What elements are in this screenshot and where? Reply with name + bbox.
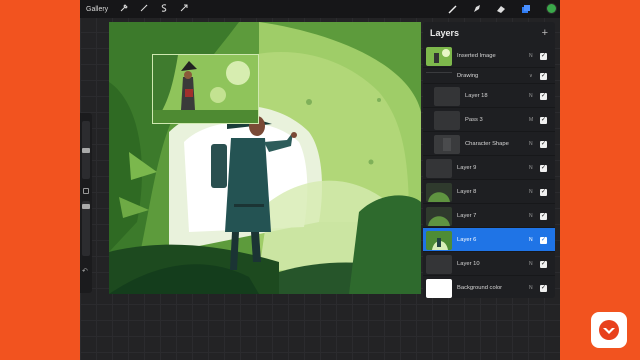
layer-thumbnail[interactable] [426,206,452,226]
layer-name: Layer 10 [457,260,480,267]
layer-row[interactable]: Pass 3 M ✓ [423,108,555,132]
blend-mode-button[interactable]: N [529,213,533,219]
layer-visibility-checkbox[interactable]: ✓ [540,284,547,292]
layer-row[interactable]: Background color N ✓ [423,276,555,298]
reference-image[interactable] [152,54,259,124]
layer-visibility-checkbox[interactable]: ✓ [540,140,547,148]
blend-mode-button[interactable]: N [529,141,533,147]
layers-icon[interactable] [520,3,532,15]
drawing-canvas[interactable] [109,22,421,294]
layer-thumbnail[interactable] [434,86,460,106]
layer-visibility-checkbox[interactable]: ✓ [540,116,547,124]
opacity-slider[interactable] [82,201,90,256]
blend-mode-button[interactable]: N [529,53,533,59]
blend-mode-button[interactable]: N [529,93,533,99]
layer-row[interactable]: Layer 8 N ✓ [423,180,555,204]
blend-mode-button[interactable]: N [529,285,533,291]
undo-icon[interactable]: ↶ [82,267,88,275]
layer-name: Character Shape [465,140,509,147]
layer-name: Pass 3 [465,116,483,123]
gallery-button[interactable]: Gallery [86,6,108,13]
brush-size-thumb[interactable] [82,148,90,153]
layer-name: Background color [457,284,503,291]
reference-thumbnail-art [153,55,258,123]
layer-row[interactable]: Layer 10 N ✓ [423,252,555,276]
layer-visibility-checkbox[interactable]: ✓ [540,188,547,196]
domestika-logo-icon [591,312,627,348]
layer-visibility-checkbox[interactable]: ✓ [540,52,547,60]
blend-mode-button[interactable]: N [529,261,533,267]
layer-name: Drawing [457,72,479,79]
left-sidebar: ↶ [80,113,92,293]
layer-visibility-checkbox[interactable]: ✓ [540,260,547,268]
magic-wand-icon[interactable] [139,4,148,14]
square-icon[interactable] [83,188,89,194]
layer-name: Layer 7 [457,212,477,219]
layer-thumbnail[interactable] [426,158,452,178]
layer-name: Layer 18 [465,92,488,99]
layer-visibility-checkbox[interactable]: ✓ [540,236,547,244]
blend-mode-button[interactable]: ∨ [529,73,533,79]
eraser-icon[interactable] [495,3,507,15]
top-toolbar: Gallery [80,0,560,18]
color-picker-button[interactable] [546,3,557,14]
layer-row[interactable]: Layer 7 N ✓ [423,204,555,228]
layer-thumbnail[interactable] [434,110,460,130]
layer-name: Layer 9 [457,164,477,171]
selection-icon[interactable] [159,4,168,14]
blend-mode-button[interactable]: N [529,237,533,243]
layer-visibility-checkbox[interactable]: ✓ [540,212,547,220]
layer-thumbnail[interactable] [426,182,452,202]
layer-row[interactable]: Layer 9 N ✓ [423,156,555,180]
layers-panel: Layers + Inserted Image N ✓ Drawing ∨ ✓ Layer … [423,22,555,298]
layer-thumbnail[interactable] [426,254,452,274]
add-layer-button[interactable]: + [542,27,548,39]
layer-thumbnail[interactable] [426,230,452,250]
layer-row[interactable]: Layer 18 N ✓ [423,84,555,108]
layers-panel-title: Layers [430,28,460,38]
layer-thumbnail[interactable] [434,134,460,154]
blend-mode-button[interactable]: N [529,189,533,195]
layer-visibility-checkbox[interactable]: ✓ [540,72,547,80]
brush-icon[interactable] [447,3,459,15]
layer-row[interactable]: Layer 6 N ✓ [423,228,555,252]
blend-mode-button[interactable]: M [529,117,533,123]
layer-name: Layer 8 [457,188,477,195]
layer-thumbnail[interactable] [426,46,452,66]
layer-name: Layer 6 [457,236,477,243]
layer-group-row[interactable]: Drawing ∨ ✓ [423,68,555,84]
transform-arrow-icon[interactable] [179,4,188,14]
layer-name: Inserted Image [457,52,496,59]
layer-visibility-checkbox[interactable]: ✓ [540,164,547,172]
layer-row[interactable]: Inserted Image N ✓ [423,44,555,68]
ipad-screen: Gallery ↶ Layers + Inserted Image N ✓ Dr… [80,0,560,360]
brush-size-slider[interactable] [82,121,90,179]
wrench-icon[interactable] [119,4,128,14]
layer-visibility-checkbox[interactable]: ✓ [540,92,547,100]
blend-mode-button[interactable]: N [529,165,533,171]
opacity-thumb[interactable] [82,204,90,209]
smudge-icon[interactable] [471,3,483,15]
group-divider [426,72,452,73]
layer-row[interactable]: Character Shape N ✓ [423,132,555,156]
layers-panel-header: Layers + [423,22,555,44]
layer-thumbnail[interactable] [426,278,452,298]
